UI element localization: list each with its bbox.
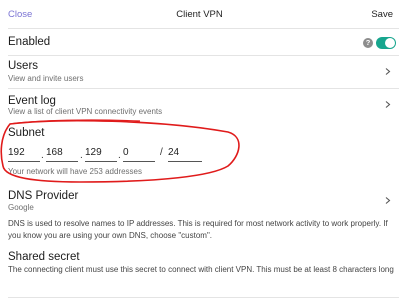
shared-secret-input-line[interactable] — [8, 297, 399, 298]
save-button[interactable]: Save — [371, 9, 393, 20]
chevron-right-icon — [385, 101, 391, 108]
header-bar: Close Client VPN Save — [0, 0, 399, 28]
chevron-right-icon — [385, 197, 391, 204]
event-log-title: Event log — [8, 95, 56, 107]
event-log-subtitle: View a list of client VPN connectivity e… — [8, 107, 163, 116]
shared-secret-description: The connecting client must use this secr… — [8, 265, 394, 274]
toggle-knob — [385, 38, 395, 48]
dns-provider-value: Google — [8, 203, 34, 212]
divider — [8, 55, 399, 56]
dns-description: DNS is used to resolve names to IP addre… — [8, 219, 388, 240]
enabled-toggle[interactable] — [376, 37, 396, 49]
page-title: Client VPN — [176, 9, 223, 20]
divider — [8, 28, 399, 29]
chevron-right-icon — [385, 68, 391, 75]
shared-secret-title: Shared secret — [8, 251, 80, 263]
help-icon[interactable]: ? — [363, 38, 373, 48]
users-subtitle: View and invite users — [8, 74, 84, 83]
divider — [8, 88, 399, 89]
enabled-label: Enabled — [8, 36, 51, 48]
dns-provider-title: DNS Provider — [8, 190, 79, 202]
annotation-circle — [0, 119, 240, 183]
users-title: Users — [8, 60, 39, 72]
